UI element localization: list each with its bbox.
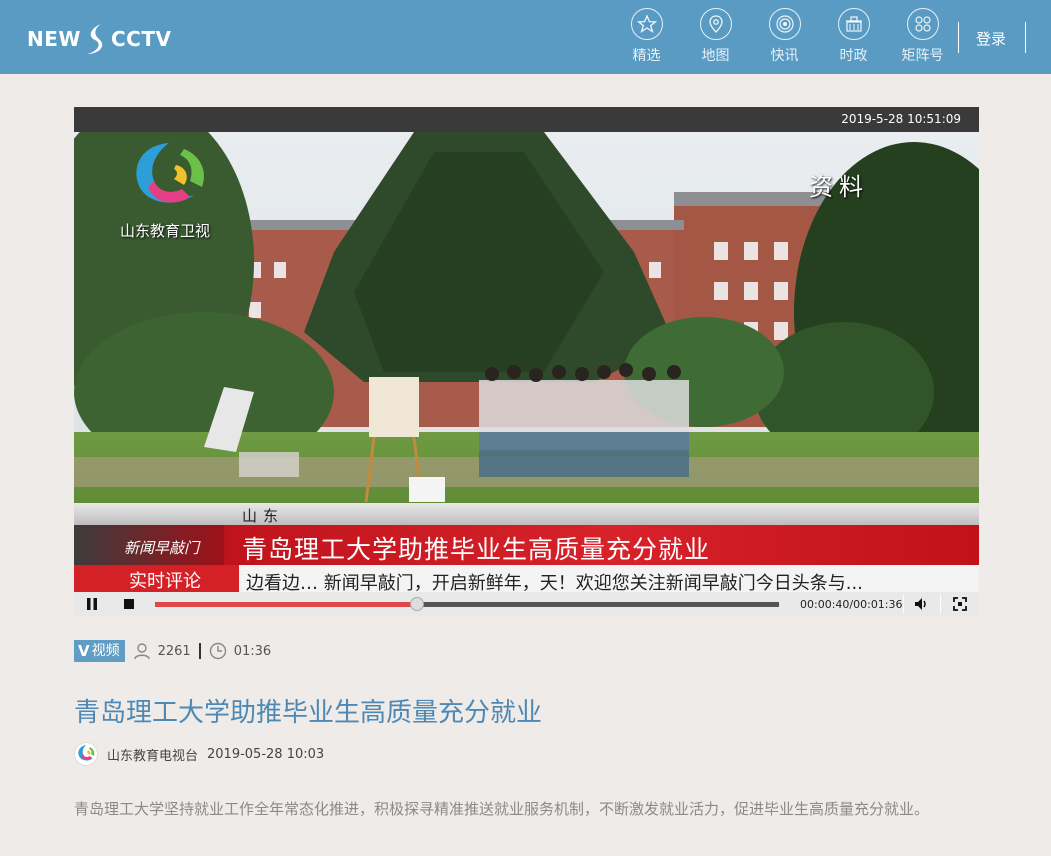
broadcast-icon <box>768 8 801 40</box>
source-name[interactable]: 山东教育电视台 <box>107 745 198 764</box>
video-badge-label: 视频 <box>91 643 120 659</box>
speaker-icon <box>915 598 926 610</box>
nav-label-matrix: 矩阵号 <box>901 48 944 64</box>
playback-time: 00:00:40/00:01:36 <box>800 598 903 611</box>
map-pin-icon <box>699 8 732 40</box>
archive-footage-label: 资料 <box>809 173 869 201</box>
volume-button[interactable] <box>912 592 932 616</box>
logo-swoosh-icon <box>86 24 103 54</box>
video-timestamp: 2019-5-28 10:51:09 <box>841 112 961 126</box>
show-name: 新闻早敲门 <box>124 539 200 557</box>
ticker-text: 边看边… 新闻早敲门，开启新鲜年，天！欢迎您关注新闻早敲门今日头条与... <box>246 573 863 592</box>
lower-third-top-bar: 山东 <box>74 503 979 525</box>
nav-label-flash: 快讯 <box>770 48 799 64</box>
controls-divider <box>903 595 904 613</box>
top-header: NEW CCTV 精选 地图 快讯 时政 矩阵号 登录 <box>0 0 1051 74</box>
nav-label-featured: 精选 <box>632 48 661 64</box>
meta-separator <box>198 643 201 659</box>
header-nav: 精选 地图 快讯 时政 矩阵号 <box>612 8 957 65</box>
header-divider-right <box>1025 22 1026 53</box>
fullscreen-icon <box>953 597 967 611</box>
video-duration: 01:36 <box>233 643 272 659</box>
lower-third-main-bar: 新闻早敲门 青岛理工大学助推毕业生高质量充分就业 <box>74 525 979 565</box>
progress-bar[interactable] <box>155 597 779 611</box>
fullscreen-button[interactable] <box>950 592 970 616</box>
logo-text-cctv: CCTV <box>110 27 172 51</box>
nav-item-politics[interactable]: 时政 <box>819 8 888 65</box>
video-meta-row: V 视频 2261 01:36 <box>74 640 271 662</box>
station-logo-icon <box>136 143 204 203</box>
article-summary: 青岛理工大学坚持就业工作全年常态化推进，积极探寻精准推送就业服务机制，不断激发就… <box>74 800 930 818</box>
publish-date: 2019-05-28 10:03 <box>207 746 325 762</box>
nav-item-map[interactable]: 地图 <box>681 8 750 65</box>
show-logo: 新闻早敲门 <box>74 525 224 565</box>
video-badge-v: V <box>78 642 90 660</box>
nav-label-map: 地图 <box>701 48 730 64</box>
progress-fill <box>155 602 418 607</box>
article-source-row: 山东教育电视台 2019-05-28 10:03 <box>74 742 324 766</box>
nav-item-flash[interactable]: 快讯 <box>750 8 819 65</box>
nav-item-matrix[interactable]: 矩阵号 <box>888 8 957 65</box>
news-lower-third: 山东 新闻早敲门 青岛理工大学助推毕业生高质量充分就业 <box>74 503 979 565</box>
header-divider-left <box>958 22 959 53</box>
video-controls: 00:00:40/00:01:36 <box>74 592 979 616</box>
matrix-icon <box>906 8 939 40</box>
article-title: 青岛理工大学助推毕业生高质量充分就业 <box>74 698 543 728</box>
ticker-tag: 实时评论 <box>74 565 239 592</box>
station-name: 山东教育卫视 <box>120 222 211 240</box>
login-link[interactable]: 登录 <box>976 28 1006 49</box>
logo-text-new: NEW <box>27 27 81 51</box>
star-icon <box>630 8 663 40</box>
stop-icon <box>124 599 134 609</box>
view-count: 2261 <box>157 643 191 659</box>
clock-icon <box>209 642 226 660</box>
nav-label-politics: 时政 <box>839 48 868 64</box>
source-logo-icon[interactable] <box>74 742 98 766</box>
building-icon <box>837 8 870 40</box>
progress-handle[interactable] <box>410 597 425 611</box>
user-icon <box>133 643 150 660</box>
news-ticker: 实时评论 边看边… 新闻早敲门，开启新鲜年，天！欢迎您关注新闻早敲门今日头条与.… <box>74 565 979 592</box>
controls-divider-2 <box>940 595 941 613</box>
stop-button[interactable] <box>119 592 139 616</box>
lower-third-region: 山东 <box>242 507 285 525</box>
cctv-news-logo[interactable]: NEW CCTV <box>27 22 171 56</box>
video-badge: V 视频 <box>74 640 125 662</box>
video-top-bar: 2019-5-28 10:51:09 <box>74 107 979 132</box>
nav-item-featured[interactable]: 精选 <box>612 8 681 65</box>
video-player[interactable]: 2019-5-28 10:51:09 资料 山东教育卫视 山东 新闻早敲门 青岛… <box>74 107 979 616</box>
pause-icon <box>87 598 97 610</box>
lower-third-headline: 青岛理工大学助推毕业生高质量充分就业 <box>242 535 711 564</box>
pause-button[interactable] <box>82 592 102 616</box>
